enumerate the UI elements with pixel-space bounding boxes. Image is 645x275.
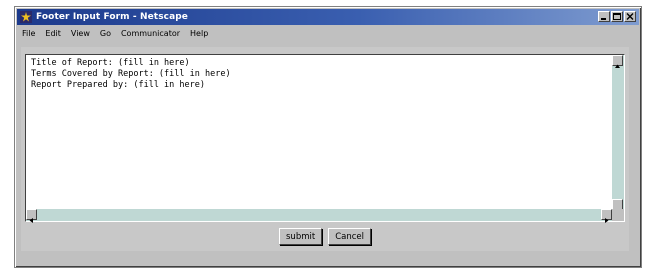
maximize-icon — [613, 13, 621, 20]
menu-file[interactable]: File — [17, 29, 40, 38]
arrow-up-icon — [615, 64, 620, 68]
browser-window: Footer Input Form - Netscape File Edit V… — [14, 6, 642, 268]
window-title: Footer Input Form - Netscape — [36, 12, 189, 22]
netscape-icon — [20, 11, 32, 23]
vertical-scrollbar[interactable] — [612, 55, 624, 213]
menu-view[interactable]: View — [66, 29, 95, 38]
textarea-line-title: Title of Report: (fill in here) — [31, 58, 190, 68]
menu-edit[interactable]: Edit — [40, 29, 66, 38]
arrow-left-icon — [29, 218, 33, 223]
close-icon — [626, 13, 634, 20]
scroll-up-button[interactable] — [612, 55, 623, 68]
minimize-button[interactable] — [598, 11, 610, 22]
horizontal-scrollbar[interactable] — [26, 209, 612, 223]
menu-help[interactable]: Help — [185, 29, 213, 38]
page-content: Title of Report: (fill in here) Terms Cov… — [21, 47, 629, 251]
textarea-line-terms: Terms Covered by Report: (fill in here) — [31, 69, 231, 79]
arrow-right-icon — [605, 218, 609, 223]
textarea-content[interactable]: Title of Report: (fill in here) Terms Cov… — [28, 56, 606, 208]
form-buttons: submit Cancel — [21, 228, 629, 248]
cancel-button[interactable]: Cancel — [328, 228, 371, 245]
report-textarea[interactable]: Title of Report: (fill in here) Terms Cov… — [25, 54, 625, 223]
textarea-line-prepared-by: Report Prepared by: (fill in here) — [31, 80, 205, 90]
close-button[interactable] — [624, 11, 636, 22]
maximize-button[interactable] — [611, 11, 623, 22]
window-controls — [598, 11, 636, 22]
menu-go[interactable]: Go — [95, 29, 116, 38]
menu-communicator[interactable]: Communicator — [116, 29, 185, 38]
scroll-left-button[interactable] — [26, 209, 37, 223]
minimize-icon — [601, 18, 606, 20]
submit-button[interactable]: submit — [279, 228, 323, 245]
scroll-right-button[interactable] — [601, 209, 612, 223]
scrollbar-corner — [612, 209, 624, 221]
title-bar: Footer Input Form - Netscape — [17, 9, 639, 25]
menu-bar: File Edit View Go Communicator Help — [17, 26, 639, 40]
